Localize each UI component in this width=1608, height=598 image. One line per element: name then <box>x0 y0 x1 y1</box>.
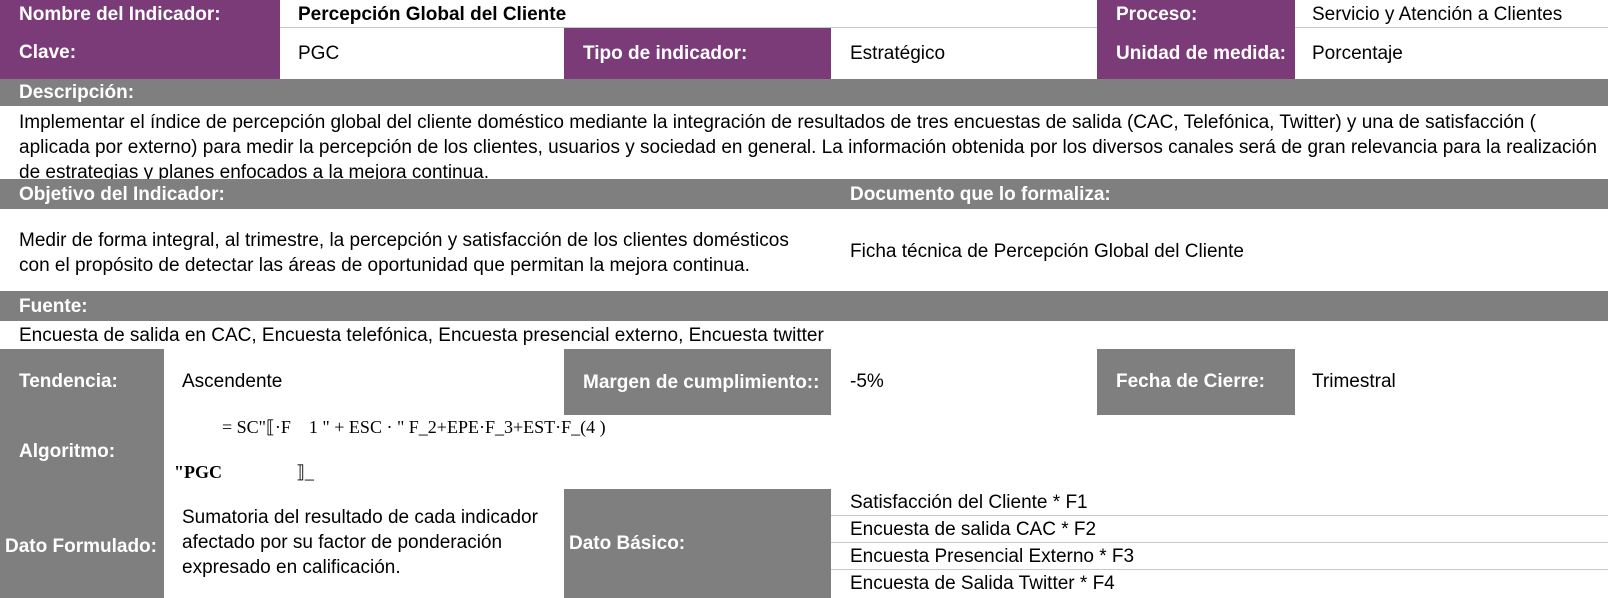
dato-formulado-text: Sumatoria del resultado de cada indicado… <box>164 489 564 598</box>
fuente-text: Encuesta de salida en CAC, Encuesta tele… <box>0 321 1608 349</box>
tendencia-label: Tendencia: <box>0 349 164 415</box>
proceso-value: Servicio y Atención a Clientes <box>1295 0 1608 28</box>
algoritmo-label: Algoritmo: <box>0 415 164 489</box>
margen-cumplimiento-value: -5% <box>831 349 1097 415</box>
objetivo-label: Objetivo del Indicador: <box>0 179 831 209</box>
fuente-label: Fuente: <box>0 291 1608 321</box>
tipo-indicador-value: Estratégico <box>831 28 1097 79</box>
formula-line-2-right: ⟧_ <box>296 462 314 482</box>
formula-line-1: = SC"⟦·F 1 " + ESC · " F_2+EPE·F_3+EST·F… <box>222 417 606 437</box>
unidad-medida-value: Porcentaje <box>1295 28 1608 79</box>
clave-value: PGC <box>280 28 564 79</box>
dato-basico-item: Encuesta de salida CAC * F2 <box>831 516 1608 543</box>
dato-basico-item: Encuesta de Salida Twitter * F4 <box>831 570 1608 598</box>
fecha-cierre-value: Trimestral <box>1295 349 1608 415</box>
nombre-indicador-label: Nombre del Indicador: <box>0 0 280 28</box>
objetivo-text: Medir de forma integral, al trimestre, l… <box>0 209 831 291</box>
clave-label: Clave: <box>0 28 280 79</box>
fecha-cierre-label: Fecha de Cierre: <box>1097 349 1295 415</box>
dato-formulado-label: Dato Formulado: <box>0 489 164 598</box>
descripcion-label: Descripción: <box>0 79 1608 106</box>
margen-cumplimiento-label: Margen de cumplimiento:: <box>564 349 831 415</box>
dato-basico-item: Encuesta Presencial Externo * F3 <box>831 543 1608 570</box>
nombre-indicador-value: Percepción Global del Cliente <box>280 0 1098 28</box>
dato-basico-list: Satisfacción del Cliente * F1 Encuesta d… <box>831 489 1608 598</box>
tipo-indicador-label: Tipo de indicador: <box>564 28 831 79</box>
unidad-medida-label: Unidad de medida: <box>1097 28 1295 79</box>
proceso-label: Proceso: <box>1097 0 1295 28</box>
descripcion-text: Implementar el índice de percepción glob… <box>0 106 1608 179</box>
dato-basico-label: Dato Básico: <box>564 489 831 598</box>
documento-label: Documento que lo formaliza: <box>831 179 1608 209</box>
dato-basico-item: Satisfacción del Cliente * F1 <box>831 489 1608 516</box>
algoritmo-formula: = SC"⟦·F 1 " + ESC · " F_2+EPE·F_3+EST·F… <box>164 415 1608 489</box>
tendencia-value: Ascendente <box>164 349 564 415</box>
documento-value: Ficha técnica de Percepción Global del C… <box>831 209 1608 291</box>
formula-line-2-left: "PGC <box>174 462 222 482</box>
